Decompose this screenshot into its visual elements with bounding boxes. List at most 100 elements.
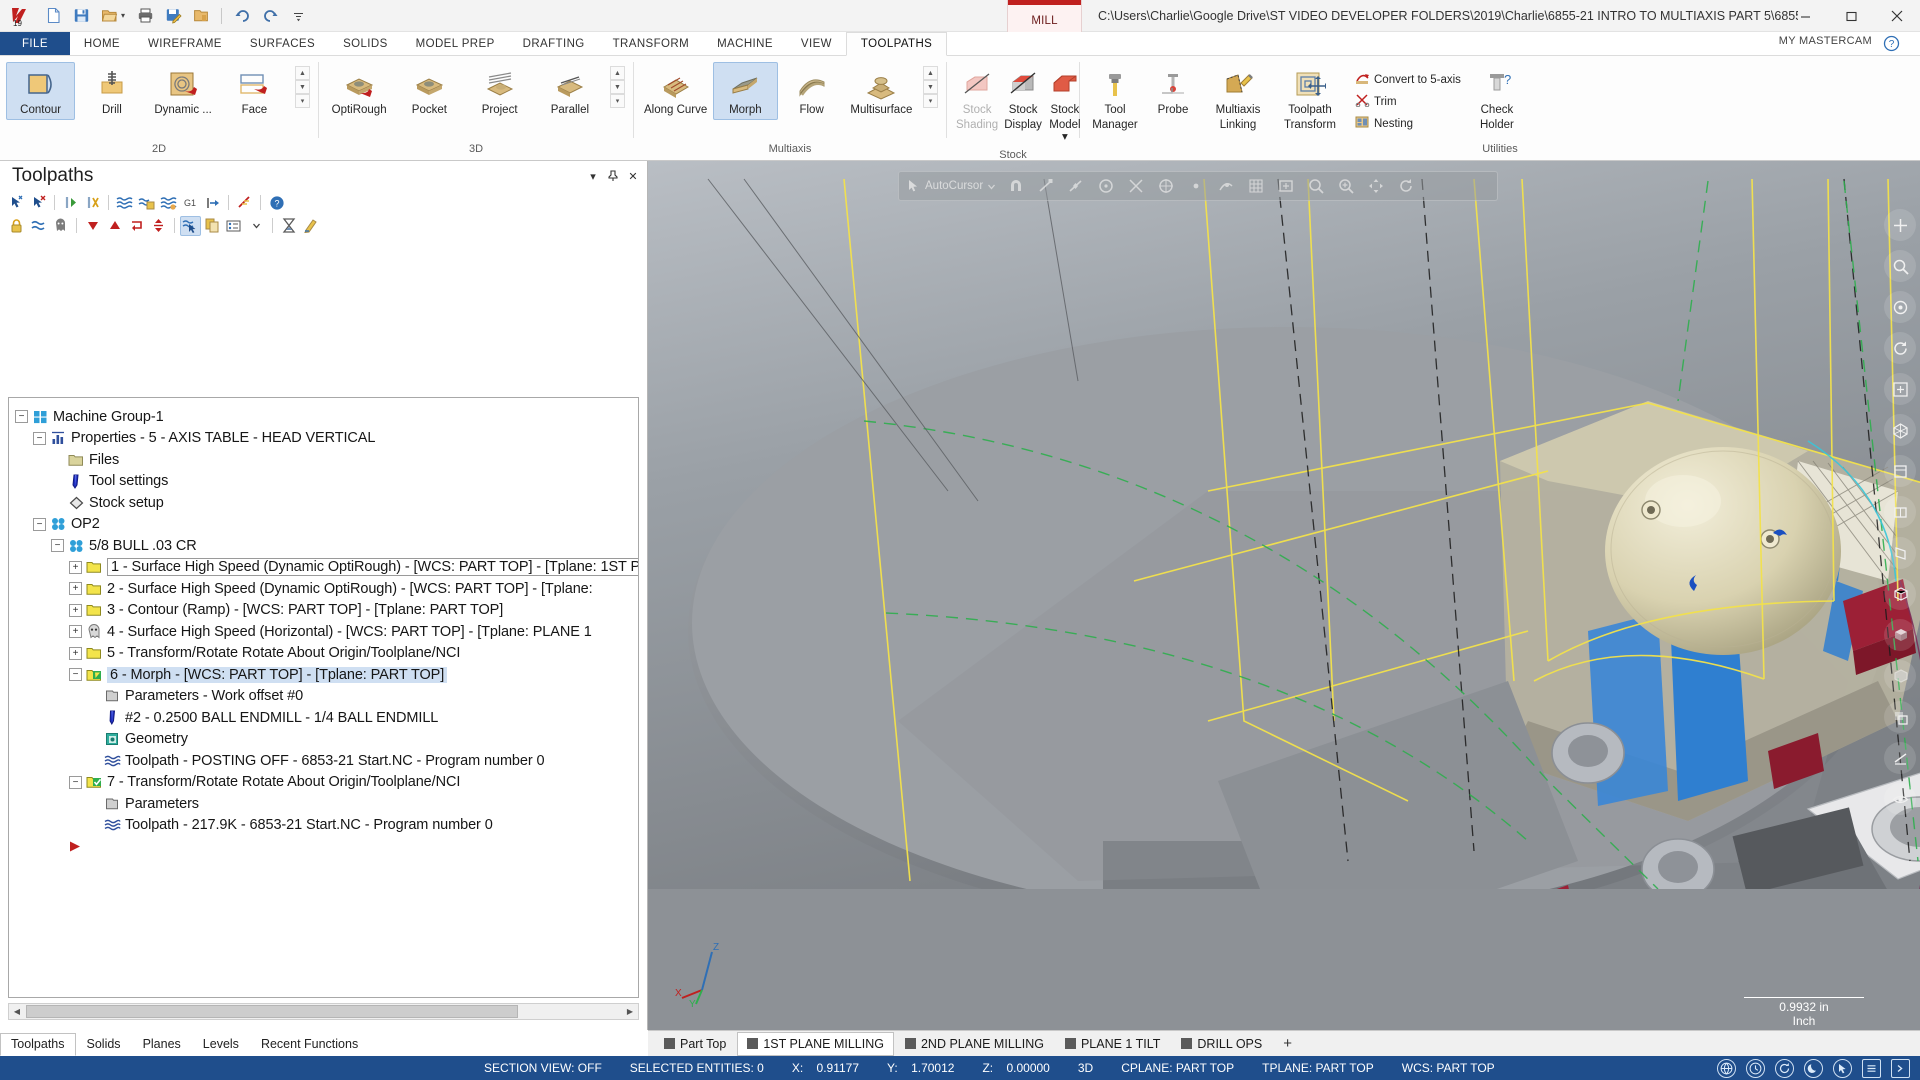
tree-node[interactable]: Files <box>15 449 638 471</box>
close-icon[interactable] <box>1874 0 1920 32</box>
add-view-tab-button[interactable]: + <box>1273 1033 1302 1054</box>
ribbon-tab-surfaces[interactable]: SURFACES <box>236 32 329 55</box>
nesting-item[interactable]: Nesting <box>1352 114 1464 133</box>
view-mode-toggle[interactable]: 3D <box>1064 1061 1107 1075</box>
globe-icon[interactable] <box>1717 1058 1736 1078</box>
viewport-right-toolbar[interactable] <box>1884 209 1916 815</box>
translucency-icon[interactable] <box>1884 701 1916 733</box>
tree-node[interactable]: Toolpath - 217.9K - 6853-21 Start.NC - P… <box>15 815 638 837</box>
collapse-icon[interactable]: − <box>51 539 64 553</box>
right-view-icon[interactable] <box>1884 537 1916 569</box>
moon-icon[interactable] <box>1804 1058 1823 1078</box>
zoom-window-icon[interactable] <box>1306 177 1326 195</box>
select-none-arrow-icon[interactable] <box>28 193 49 213</box>
regen-invalid-icon[interactable] <box>82 193 103 213</box>
center-icon[interactable] <box>1096 177 1116 195</box>
gallery-down-icon[interactable]: ▼ <box>923 80 938 94</box>
redo-arrow-icon[interactable] <box>257 3 283 29</box>
undo-arrow-icon[interactable] <box>229 3 255 29</box>
magnet-icon[interactable] <box>1006 177 1026 195</box>
panel-pin-icon[interactable] <box>603 166 623 186</box>
highfeed-icon[interactable] <box>234 193 255 213</box>
autocursor-control[interactable]: AutoCursor <box>907 179 996 193</box>
panel-chevron-down-icon[interactable]: ▾ <box>583 166 603 186</box>
help-question-circle-icon[interactable]: ? <box>1883 35 1900 55</box>
pencil-icon[interactable] <box>300 216 321 236</box>
ribbon-tab-home[interactable]: HOME <box>70 32 134 55</box>
probe-button[interactable]: Probe <box>1144 62 1202 123</box>
section-view-icon[interactable] <box>1884 742 1916 774</box>
hide-icon[interactable] <box>1884 783 1916 815</box>
expand-icon[interactable]: + <box>69 582 82 596</box>
ribbon-tab-view[interactable]: VIEW <box>787 32 846 55</box>
ribbon-tab-file[interactable]: FILE <box>0 32 70 55</box>
rotate-icon[interactable] <box>1396 177 1416 195</box>
tree-node[interactable] <box>15 836 638 858</box>
gallery-up-icon[interactable]: ▲ <box>610 66 625 80</box>
ribbon-tab-drafting[interactable]: DRAFTING <box>509 32 599 55</box>
wcs-status[interactable]: WCS: PART TOP <box>1388 1061 1509 1075</box>
tab-recent-functions[interactable]: Recent Functions <box>250 1033 369 1056</box>
gallery-down-icon[interactable]: ▼ <box>610 80 625 94</box>
check-holder-button[interactable]: ? Check Holder <box>1468 62 1526 135</box>
gallery-more-icon[interactable]: ▾ <box>923 94 938 108</box>
graphics-viewport[interactable]: AutoCursor X Z Y 0.9932 in Inch <box>648 161 1920 1056</box>
collapse-icon[interactable]: − <box>33 517 46 531</box>
simulate-icon[interactable] <box>136 193 157 213</box>
project-button[interactable]: Project <box>466 62 534 120</box>
wireframe-icon[interactable] <box>1884 578 1916 610</box>
parallel-button[interactable]: Parallel <box>536 62 604 120</box>
section-view-status[interactable]: SECTION VIEW: OFF <box>470 1061 616 1075</box>
tree-node[interactable]: − 6 - Morph - [WCS: PART TOP] - [Tplane: … <box>15 664 638 686</box>
gallery-up-icon[interactable]: ▲ <box>923 66 938 80</box>
tree-node[interactable]: − Properties - 5 - AXIS TABLE - HEAD VERT… <box>15 428 638 450</box>
verify-wave-icon[interactable] <box>114 193 135 213</box>
endpoint-icon[interactable] <box>1036 177 1056 195</box>
insert-arrow-icon[interactable] <box>126 216 147 236</box>
nearest-icon[interactable] <box>1216 177 1236 195</box>
collapse-icon[interactable]: − <box>69 775 82 789</box>
list-options-icon[interactable] <box>224 216 245 236</box>
toolpath-transform-button[interactable]: Toolpath Transform <box>1274 62 1346 135</box>
ribbon-tab-machine[interactable]: MACHINE <box>703 32 787 55</box>
mill-machine-tab[interactable]: MILL <box>1007 0 1082 33</box>
tree-node[interactable]: Stock setup <box>15 492 638 514</box>
along-curve-button[interactable]: Along Curve <box>640 62 711 120</box>
tree-node[interactable]: Tool settings <box>15 471 638 493</box>
floppy-icon[interactable] <box>68 3 94 29</box>
zoom-window-icon[interactable] <box>1884 250 1916 282</box>
tool-manager-button[interactable]: Tool Manager <box>1086 62 1144 135</box>
convert-to-5axis-item[interactable]: Convert to 5-axis <box>1352 70 1464 89</box>
ribbon-tab-toolpaths[interactable]: TOOLPATHS <box>845 32 948 56</box>
help-circle-icon[interactable]: ? <box>266 193 287 213</box>
printer-icon[interactable] <box>132 3 158 29</box>
multisurface-button[interactable]: Multisurface <box>846 62 917 120</box>
contour-button[interactable]: Contour <box>6 62 76 120</box>
shaded-edges-icon[interactable] <box>1884 660 1916 692</box>
tree-node[interactable]: Toolpath - POSTING OFF - 6853-21 Start.N… <box>15 750 638 772</box>
expand-icon[interactable]: + <box>69 603 82 617</box>
gallery-more-icon[interactable]: ▾ <box>610 94 625 108</box>
3d-gallery-spinner[interactable]: ▲ ▼ ▾ <box>610 66 625 108</box>
collapse-icon[interactable]: − <box>33 431 46 445</box>
hourglass-icon[interactable] <box>278 216 299 236</box>
expand-icon[interactable]: + <box>69 560 82 574</box>
pan-icon[interactable] <box>1884 373 1916 405</box>
drill-button[interactable]: Drill <box>77 62 146 120</box>
post-arrow-icon[interactable] <box>202 193 223 213</box>
tree-node[interactable]: +1 - Surface High Speed (Dynamic OptiRou… <box>15 557 638 579</box>
fit-icon[interactable] <box>1276 177 1296 195</box>
tree-node[interactable]: +2 - Surface High Speed (Dynamic OptiRou… <box>15 578 638 600</box>
quadrant-icon[interactable] <box>1156 177 1176 195</box>
folder-open-icon[interactable] <box>96 3 122 29</box>
tree-node[interactable]: − Machine Group-1 <box>15 406 638 428</box>
ribbon-tab-wireframe[interactable]: WIREFRAME <box>134 32 236 55</box>
tab-planes[interactable]: Planes <box>132 1033 192 1056</box>
view-tab-1st-plane-milling[interactable]: 1ST PLANE MILLING <box>737 1031 894 1056</box>
top-view-icon[interactable] <box>1884 455 1916 487</box>
tree-node[interactable]: − 5/8 BULL .03 CR <box>15 535 638 557</box>
multiaxis-gallery-spinner[interactable]: ▲ ▼ ▾ <box>923 66 938 108</box>
maximize-icon[interactable] <box>1828 0 1874 32</box>
isometric-icon[interactable] <box>1884 414 1916 446</box>
menu-icon[interactable] <box>1862 1058 1881 1078</box>
